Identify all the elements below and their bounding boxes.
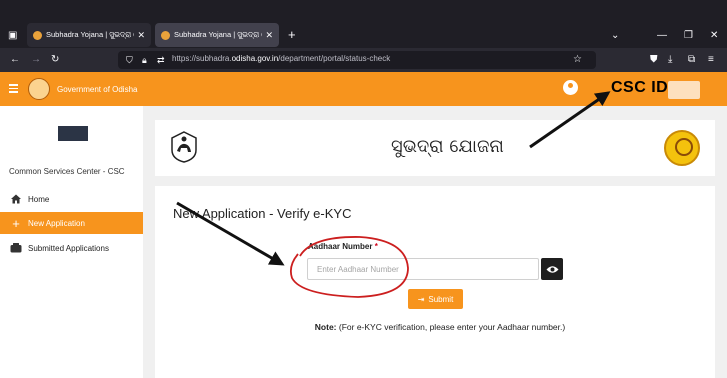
extensions-icon[interactable]: ⧉ (688, 55, 695, 65)
page: ▣ Subhadra Yojana | ସୁଭଦ୍ରା ଯୋଜନା ✕ Subh… (0, 0, 727, 378)
plus-icon[interactable]: + (288, 28, 296, 41)
chevron-down-icon[interactable]: ⌄ (611, 31, 619, 41)
form-title: New Application - Verify e-KYC (173, 206, 352, 221)
odisha-emblem-icon (171, 131, 197, 163)
hamburger-menu-icon[interactable] (9, 84, 18, 93)
aadhaar-label: Aadhaar Number * (308, 242, 378, 251)
sidebar-item-new-application[interactable]: + New Application (0, 212, 143, 234)
favicon-icon (161, 30, 170, 40)
site-title: Government of Odisha (57, 85, 138, 94)
browser-tab-2[interactable]: Subhadra Yojana | ସୁଭଦ୍ରା ଯୋଜନା ✕ (155, 23, 279, 47)
minimize-icon[interactable]: — (657, 31, 667, 41)
download-icon[interactable]: ⤓ (668, 55, 672, 65)
sign-in-icon: ⇥ (417, 294, 425, 304)
sidebar-item-label: Home (28, 194, 50, 204)
close-icon[interactable]: ✕ (265, 30, 273, 41)
bookmark-star-icon[interactable]: ☆ (573, 55, 582, 65)
odisha-emblem-logo (28, 78, 50, 100)
sidebar-org-name: Common Services Center - CSC (9, 167, 125, 176)
inbox-icon (10, 242, 22, 254)
sidebar-item-label: New Application (28, 218, 85, 228)
tab-overview-icon[interactable]: ▣ (8, 31, 17, 41)
kyc-note: Note: (For e-KYC verification, please en… (314, 322, 566, 332)
csc-logo (58, 126, 88, 141)
submit-button[interactable]: ⇥ Submit (408, 289, 463, 309)
submit-label: Submit (428, 294, 454, 304)
lock-icon[interactable]: 🔒︎ (142, 55, 147, 65)
sidebar-item-label: Submitted Applications (28, 243, 109, 253)
reload-icon[interactable]: ↻ (51, 55, 59, 65)
user-avatar-icon[interactable] (563, 80, 578, 95)
redacted-id (668, 81, 700, 99)
back-icon[interactable]: ← (10, 55, 20, 65)
url-text[interactable]: https://subhadra.odisha.gov.in/departmen… (172, 54, 390, 63)
menu-icon[interactable]: ≡ (708, 55, 714, 65)
sidebar-item-home[interactable]: Home (0, 188, 143, 210)
pocket-icon[interactable]: ⛊ (650, 55, 658, 65)
eye-icon (546, 265, 558, 273)
csc-id-label: CSC ID (611, 79, 669, 96)
required-mark: * (374, 242, 378, 251)
browser-tab-1[interactable]: Subhadra Yojana | ସୁଭଦ୍ରା ଯୋଜନା ✕ (27, 23, 151, 47)
tab-title: Subhadra Yojana | ସୁଭଦ୍ରା ଯୋଜନା (46, 30, 134, 39)
favicon-icon (33, 30, 42, 40)
aadhaar-number-input[interactable] (307, 258, 539, 280)
permissions-icon[interactable]: ⇄ (157, 55, 165, 65)
sidebar-item-submitted-applications[interactable]: Submitted Applications (0, 237, 143, 259)
plus-icon: + (12, 215, 20, 231)
maximize-icon[interactable]: ❐ (684, 31, 693, 41)
forward-icon[interactable]: → (31, 55, 41, 65)
shield-icon[interactable]: ⛉ (126, 55, 133, 65)
scheme-title: ସୁଭଦ୍ରା ଯୋଜନା (391, 136, 504, 157)
toggle-visibility-button[interactable] (541, 258, 563, 280)
close-icon[interactable]: ✕ (137, 30, 145, 41)
subhadra-logo (664, 130, 700, 166)
close-window-icon[interactable]: ✕ (710, 31, 718, 41)
home-icon (10, 193, 22, 205)
tab-title: Subhadra Yojana | ସୁଭଦ୍ରା ଯୋଜନା (174, 30, 262, 39)
